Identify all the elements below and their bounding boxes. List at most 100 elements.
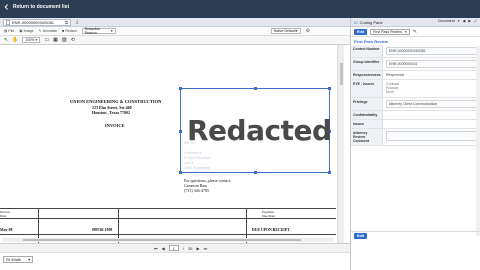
field-label: Attorney Review Comment <box>351 129 383 145</box>
rectangle-redact-icon[interactable]: ▭ <box>44 37 49 43</box>
field-label: Confidentiality <box>351 111 383 119</box>
fit-select[interactable]: Fit Width ▾ <box>3 256 33 263</box>
resize-handle[interactable] <box>179 130 182 133</box>
field-label: Issues <box>351 120 383 128</box>
next-icon[interactable]: ▶ <box>468 19 471 23</box>
expand-icon[interactable]: ⤢ <box>474 19 477 23</box>
edit-button[interactable]: Edit <box>354 28 368 35</box>
pencil-icon[interactable]: ✎ <box>413 29 417 35</box>
coding-pane-footer: Edit <box>351 231 480 240</box>
toolbar-file[interactable]: ▤ File <box>4 29 14 33</box>
field-row: Group Identifier ENR-0000000034 <box>351 58 480 71</box>
checkbox-icon[interactable]: ☑ <box>354 20 358 25</box>
prev-icon[interactable]: ◀ <box>463 19 466 23</box>
resize-handle[interactable] <box>179 171 182 174</box>
field-label: Control Number <box>351 45 383 57</box>
field-value <box>383 129 480 145</box>
hand-icon[interactable]: ✋ <box>12 37 18 43</box>
settings-icon[interactable]: ⚙ <box>306 28 310 34</box>
resize-handle[interactable] <box>254 171 257 174</box>
chevron-down-icon: ▾ <box>457 19 460 23</box>
field-value[interactable] <box>383 111 480 119</box>
field-value: ENR-0000000034/0081 <box>383 45 480 57</box>
document-menu[interactable]: Document <box>438 19 454 23</box>
pager-bar: ⏮ ◀ 1 / 35 ▶ ⏭ <box>0 243 350 252</box>
document-tabs-bar: ENR-0000000034/0081 ⧉ ⤓ <box>0 18 350 27</box>
document-icon <box>6 20 10 25</box>
field-value: ENR-0000000034 <box>383 58 480 70</box>
table-header-date: Date <box>0 214 7 218</box>
footer-edit-button[interactable]: Edit <box>354 233 368 239</box>
table-cell-number: 089746-1998 <box>92 228 113 232</box>
chevron-down-icon: ▾ <box>28 258 30 262</box>
document-tab-label: ENR-0000000034/0081 <box>12 20 55 25</box>
annotation-toolbar: ↖ ✋ 100% ▾ ▭ ▦ ▨ ⟲ <box>0 36 350 45</box>
redaction-label: Redacted <box>187 114 332 147</box>
section-title: First Pass Review <box>354 39 389 44</box>
view-mode-select[interactable]: Native Default ▾ <box>270 28 301 34</box>
vertical-scrollbar[interactable] <box>337 45 344 243</box>
file-icon: ▤ <box>4 29 8 33</box>
redaction-reason-select[interactable]: Redaction Reason ▾ <box>81 27 116 35</box>
field-label: EYE - Issues <box>351 80 383 97</box>
ghost-line: Date Submitted <box>184 166 211 170</box>
field-value[interactable] <box>383 120 480 128</box>
image-icon: ▣ <box>19 29 23 33</box>
coding-pane-title: Coding Pane <box>359 19 383 25</box>
resize-handle[interactable] <box>328 87 331 90</box>
last-page-icon[interactable]: ⏭ <box>204 246 208 251</box>
chevron-down-icon: ▾ <box>110 29 113 33</box>
coding-pane-header: ☑ Coding Pane Document ▾ ◀ ▶ ⤢ <box>351 18 480 27</box>
company-name: UNION ENGINEERING & CONSTRUCTION <box>70 99 162 104</box>
field-row: Control Number ENR-0000000034/0081 <box>351 45 480 58</box>
field-value[interactable]: Responsive <box>383 71 480 79</box>
field-row: EYE - Issues Contract Finance More <box>351 80 480 98</box>
table-cell-date: May-08 <box>0 228 13 232</box>
toolbar-image[interactable]: ▣ Image <box>19 29 33 33</box>
scrollbar-thumb[interactable] <box>340 63 343 85</box>
resize-handle[interactable] <box>179 87 182 90</box>
coding-pane: ☑ Coding Pane Document ▾ ◀ ▶ ⤢ Edit Firs… <box>350 18 480 270</box>
field-row: Confidentiality <box>351 111 480 120</box>
table-header-due: Due Date <box>262 214 275 218</box>
next-page-icon[interactable]: ▶ <box>197 246 200 251</box>
pointer-icon[interactable]: ↖ <box>4 37 8 43</box>
address-line-2: Houston , Texas 77002 <box>92 110 131 115</box>
ghost-line: Job #: <box>184 161 195 165</box>
ghost-line: Contract # <box>184 151 202 155</box>
invoice-title: INVOICE <box>105 123 125 128</box>
field-label: Responsiveness <box>351 71 383 79</box>
toolbar-annotate[interactable]: ✎ Annotate <box>39 29 57 33</box>
layout-select[interactable]: First Pass Review ▾ <box>370 28 410 35</box>
resize-handle[interactable] <box>254 87 257 90</box>
invoice-table: Invoice Date Payment Due Date May-08 089… <box>0 208 336 243</box>
page-separator: / <box>182 245 185 251</box>
contact-line-3: (713) 346-4785 <box>184 188 209 193</box>
highlight-icon[interactable]: ▨ <box>62 37 67 43</box>
field-row: Privilege Attorney Client Communication <box>351 98 480 111</box>
field-row: Responsiveness Responsive <box>351 71 480 80</box>
page-number-input[interactable]: 1 <box>168 245 179 251</box>
first-page-icon[interactable]: ⏮ <box>154 246 158 251</box>
viewer-toolbar: ▤ File ▣ Image ✎ Annotate ■ Redact Redaction… <box>0 27 350 36</box>
coding-pane-scrollbar[interactable] <box>476 46 480 236</box>
toolbar-redact[interactable]: ■ Redact <box>62 29 77 33</box>
document-tab[interactable]: ENR-0000000034/0081 ⧉ <box>3 19 71 26</box>
download-icon[interactable]: ⤓ <box>76 19 78 25</box>
field-value[interactable]: Contract Finance More <box>383 80 480 97</box>
return-to-list-link[interactable]: Return to document list <box>4 4 69 10</box>
scrollbar-thumb[interactable] <box>23 239 301 241</box>
prev-page-icon[interactable]: ◀ <box>162 246 165 251</box>
pen-icon: ✎ <box>38 29 42 33</box>
resize-handle[interactable] <box>328 171 331 174</box>
redaction-box[interactable]: Bill To: Contract # Project Number: Job … <box>179 87 332 174</box>
horizontal-scrollbar[interactable] <box>3 238 333 242</box>
field-row: Issues <box>351 120 480 129</box>
coding-pane-bottom <box>351 240 480 270</box>
redact-icon: ■ <box>62 29 65 33</box>
rotate-icon[interactable]: ⟲ <box>71 37 75 43</box>
document-tab-actions-icon[interactable]: ⧉ <box>65 20 68 25</box>
full-page-redact-icon[interactable]: ▦ <box>53 37 58 43</box>
field-value: Attorney Client Communication <box>383 98 480 110</box>
zoom-select[interactable]: 100% ▾ <box>22 37 41 43</box>
